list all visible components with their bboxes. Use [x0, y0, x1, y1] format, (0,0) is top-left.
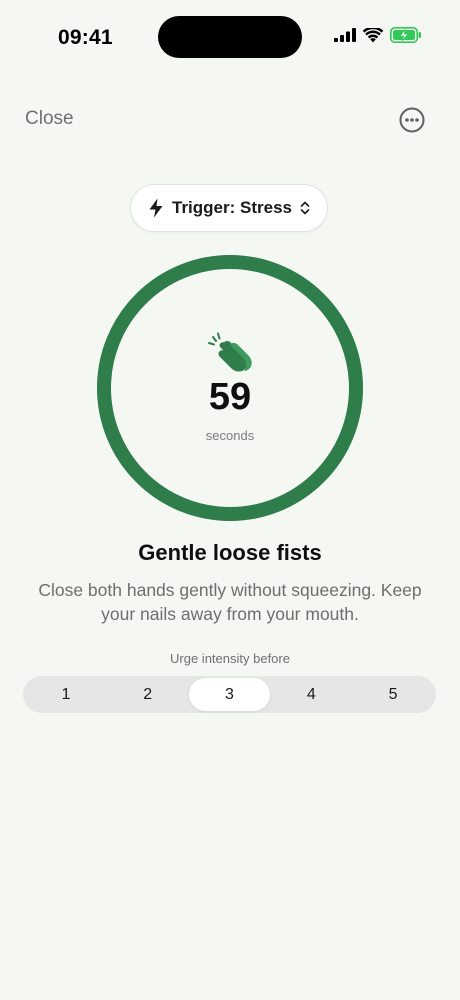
- chevron-up-down-icon: [300, 201, 310, 215]
- ellipsis-circle-icon: [399, 107, 425, 133]
- urge-option-4[interactable]: 4: [270, 678, 352, 711]
- bolt-icon: [149, 198, 163, 218]
- urge-intensity-selector[interactable]: 1 2 3 4 5: [23, 676, 436, 713]
- exercise-title: Gentle loose fists: [138, 540, 322, 565]
- trigger-selector[interactable]: Trigger: Stress: [130, 184, 328, 232]
- status-icons: [334, 27, 422, 43]
- status-time: 09:41: [58, 26, 113, 49]
- urge-option-2[interactable]: 2: [107, 678, 189, 711]
- wifi-icon: [363, 27, 383, 42]
- clapping-hands-icon: [208, 332, 252, 372]
- urge-option-5[interactable]: 5: [352, 678, 434, 711]
- dynamic-island: [158, 16, 302, 58]
- cellular-signal-icon: [334, 28, 356, 42]
- exercise-description: Close both hands gently without squeezin…: [38, 580, 422, 624]
- urge-intensity-label: Urge intensity before: [170, 651, 290, 666]
- timer-display: 59 seconds: [96, 254, 364, 522]
- urge-option-3[interactable]: 3: [188, 678, 271, 711]
- urge-option-1[interactable]: 1: [25, 678, 107, 711]
- battery-charging-icon: [390, 27, 421, 43]
- timer-seconds-unit: seconds: [205, 428, 255, 443]
- more-options-button[interactable]: [398, 106, 426, 134]
- timer-seconds-value: 59: [208, 376, 252, 418]
- close-button[interactable]: Close: [25, 108, 74, 130]
- trigger-label: Trigger: Stress: [172, 198, 292, 217]
- status-bar: 09:41: [0, 0, 460, 76]
